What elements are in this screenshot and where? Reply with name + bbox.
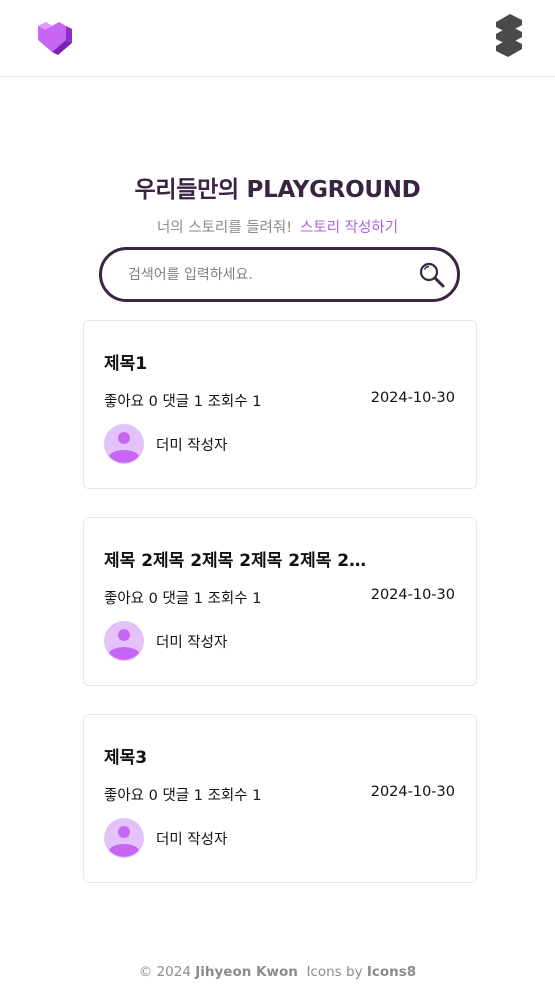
post-card[interactable]: 제목 2제목 2제목 2제목 2제목 2… 좋아요 0 댓글 1 조회수 1 2… [83,517,477,686]
footer-icons-by: Icons by [306,964,363,980]
footer-icons-source[interactable]: Icons8 [367,964,416,980]
search-input[interactable] [128,262,408,288]
post-author: 더미 작성자 [156,438,228,454]
post-date: 2024-10-30 [370,587,455,603]
avatar-icon [104,818,144,858]
pixel-heart-icon[interactable] [32,12,80,60]
footer-author: Jihyeon Kwon [195,964,298,980]
write-story-link[interactable]: 스토리 작성하기 [300,220,398,236]
search-icon[interactable] [418,261,446,289]
post-stats: 좋아요 0 댓글 1 조회수 1 [104,394,262,410]
post-stats: 좋아요 0 댓글 1 조회수 1 [104,788,262,804]
post-author: 더미 작성자 [156,832,228,848]
subtitle-text: 너의 스토리를 들려줘! [156,220,293,236]
post-title: 제목1 [104,354,148,374]
post-card[interactable]: 제목3 좋아요 0 댓글 1 조회수 1 2024-10-30 더미 작성자 [83,714,477,883]
page-subtitle: 너의 스토리를 들려줘! 스토리 작성하기 [0,216,555,237]
post-stats: 좋아요 0 댓글 1 조회수 1 [104,591,262,607]
header [0,0,555,77]
avatar-icon [104,424,144,464]
search-bar [99,247,460,302]
post-title: 제목 2제목 2제목 2제목 2제목 2… [104,551,367,571]
post-card[interactable]: 제목1 좋아요 0 댓글 1 조회수 1 2024-10-30 더미 작성자 [83,320,477,489]
menu-stack-icon[interactable] [492,12,526,58]
post-title: 제목3 [104,748,148,768]
post-date: 2024-10-30 [370,390,455,406]
footer-copyright: © 2024 [138,964,191,980]
page-title: 우리들만의 PLAYGROUND [134,177,421,203]
avatar-icon [104,621,144,661]
post-date: 2024-10-30 [370,784,455,800]
footer: © 2024 Jihyeon Kwon Icons by Icons8 [0,964,555,980]
post-author: 더미 작성자 [156,635,228,651]
